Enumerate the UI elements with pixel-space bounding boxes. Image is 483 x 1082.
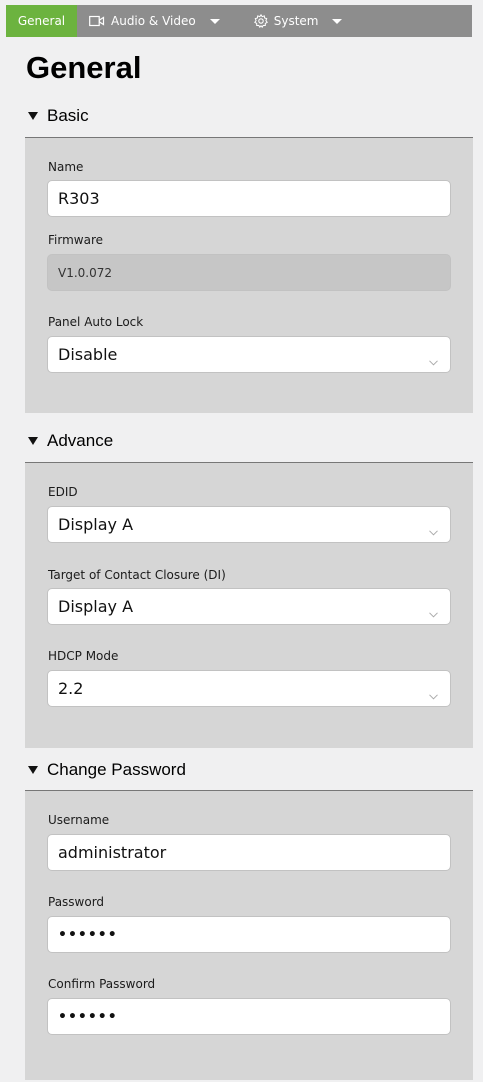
section-header-change-password[interactable]: Change Password: [28, 758, 186, 782]
name-value: R303: [58, 189, 100, 208]
page-title: General: [26, 50, 142, 85]
password-label: Password: [48, 895, 105, 909]
gear-icon: [253, 14, 268, 28]
firmware-field: V1.0.072: [47, 254, 451, 291]
tab-audio-video-label: Audio & Video: [111, 14, 196, 28]
tab-audio-video[interactable]: Audio & Video: [89, 5, 220, 37]
section-header-basic[interactable]: Basic: [28, 104, 89, 128]
password-value: ••••••: [58, 926, 118, 943]
collapse-triangle-icon: [28, 766, 38, 774]
edid-select[interactable]: Display A: [47, 506, 451, 543]
chevron-down-icon: [429, 521, 438, 540]
collapse-triangle-icon: [28, 112, 38, 120]
section-title-change-password: Change Password: [47, 760, 186, 779]
name-label: Name: [48, 160, 84, 174]
panel-advance: EDID Display A Target of Contact Closure…: [25, 462, 473, 748]
chevron-down-icon: [429, 685, 438, 704]
autolock-label: Panel Auto Lock: [48, 315, 144, 329]
username-value: administrator: [58, 843, 167, 862]
chevron-down-icon: [332, 18, 343, 25]
chevron-down-icon: [209, 18, 220, 25]
firmware-label: Firmware: [48, 233, 103, 247]
password-input[interactable]: ••••••: [47, 916, 451, 953]
username-label: Username: [48, 813, 110, 827]
autolock-select[interactable]: Disable: [47, 336, 451, 373]
target-label: Target of Contact Closure (DI): [48, 568, 226, 582]
hdcp-select[interactable]: 2.2: [47, 670, 451, 707]
tab-system-label: System: [273, 14, 319, 28]
target-value: Display A: [58, 597, 134, 616]
username-input[interactable]: administrator: [47, 834, 451, 871]
edid-value: Display A: [58, 515, 134, 534]
section-header-advance[interactable]: Advance: [28, 429, 113, 453]
video-icon: [89, 15, 105, 27]
section-title-advance: Advance: [47, 431, 114, 450]
collapse-triangle-icon: [28, 437, 38, 445]
tab-general-label: General: [17, 14, 66, 28]
panel-change-password: Username administrator Password •••••• C…: [25, 790, 473, 1080]
edid-label: EDID: [48, 485, 78, 499]
confirm-password-input[interactable]: ••••••: [47, 998, 451, 1035]
tab-general[interactable]: General: [6, 5, 77, 37]
tab-system[interactable]: System: [253, 5, 343, 37]
autolock-value: Disable: [58, 345, 118, 364]
hdcp-value: 2.2: [58, 679, 84, 698]
chevron-down-icon: [429, 351, 438, 370]
panel-basic: Name R303 Firmware V1.0.072 Panel Auto L…: [25, 137, 473, 413]
hdcp-label: HDCP Mode: [48, 649, 119, 663]
name-input[interactable]: R303: [47, 180, 451, 217]
target-select[interactable]: Display A: [47, 588, 451, 625]
confirm-password-label: Confirm Password: [48, 977, 156, 991]
section-title-basic: Basic: [47, 106, 89, 125]
firmware-value: V1.0.072: [58, 265, 113, 280]
chevron-down-icon: [429, 603, 438, 622]
top-nav: General Audio & Video System: [6, 5, 472, 37]
confirm-password-value: ••••••: [58, 1008, 118, 1025]
